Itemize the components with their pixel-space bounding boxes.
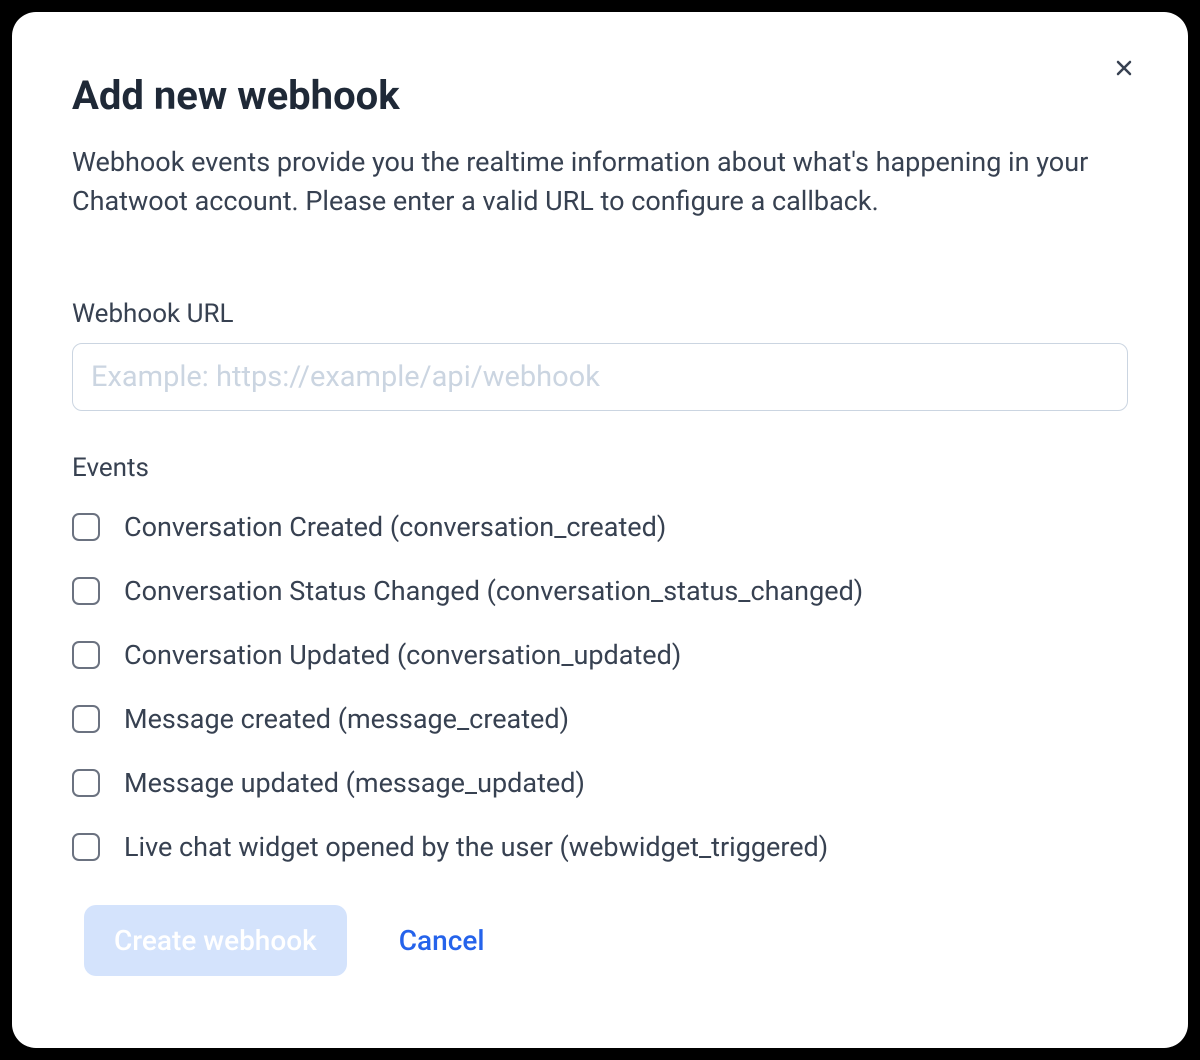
- event-checkbox-message-updated[interactable]: [72, 769, 100, 797]
- event-label[interactable]: Conversation Created (conversation_creat…: [124, 511, 666, 543]
- cancel-button[interactable]: Cancel: [399, 924, 485, 957]
- event-item: Message created (message_created): [72, 703, 1128, 735]
- events-section: Events Conversation Created (conversatio…: [72, 453, 1128, 863]
- events-label: Events: [72, 453, 1128, 483]
- close-button[interactable]: [1108, 52, 1140, 84]
- event-checkbox-message-created[interactable]: [72, 705, 100, 733]
- event-item: Conversation Updated (conversation_updat…: [72, 639, 1128, 671]
- event-label[interactable]: Live chat widget opened by the user (web…: [124, 831, 828, 863]
- modal-title: Add new webhook: [72, 72, 1128, 119]
- event-item: Live chat widget opened by the user (web…: [72, 831, 1128, 863]
- add-webhook-modal: Add new webhook Webhook events provide y…: [12, 12, 1188, 1048]
- event-item: Conversation Status Changed (conversatio…: [72, 575, 1128, 607]
- event-item: Conversation Created (conversation_creat…: [72, 511, 1128, 543]
- event-checkbox-conversation-status-changed[interactable]: [72, 577, 100, 605]
- modal-description: Webhook events provide you the realtime …: [72, 143, 1128, 221]
- event-checkbox-conversation-updated[interactable]: [72, 641, 100, 669]
- event-label[interactable]: Conversation Updated (conversation_updat…: [124, 639, 681, 671]
- event-label[interactable]: Message updated (message_updated): [124, 767, 585, 799]
- webhook-url-label: Webhook URL: [72, 299, 1128, 329]
- event-checkbox-conversation-created[interactable]: [72, 513, 100, 541]
- event-item: Message updated (message_updated): [72, 767, 1128, 799]
- event-label[interactable]: Message created (message_created): [124, 703, 569, 735]
- close-icon: [1112, 56, 1136, 80]
- event-label[interactable]: Conversation Status Changed (conversatio…: [124, 575, 863, 607]
- create-webhook-button[interactable]: Create webhook: [84, 905, 347, 976]
- webhook-url-input[interactable]: [72, 343, 1128, 411]
- button-row: Create webhook Cancel: [84, 905, 1128, 976]
- event-checkbox-webwidget-triggered[interactable]: [72, 833, 100, 861]
